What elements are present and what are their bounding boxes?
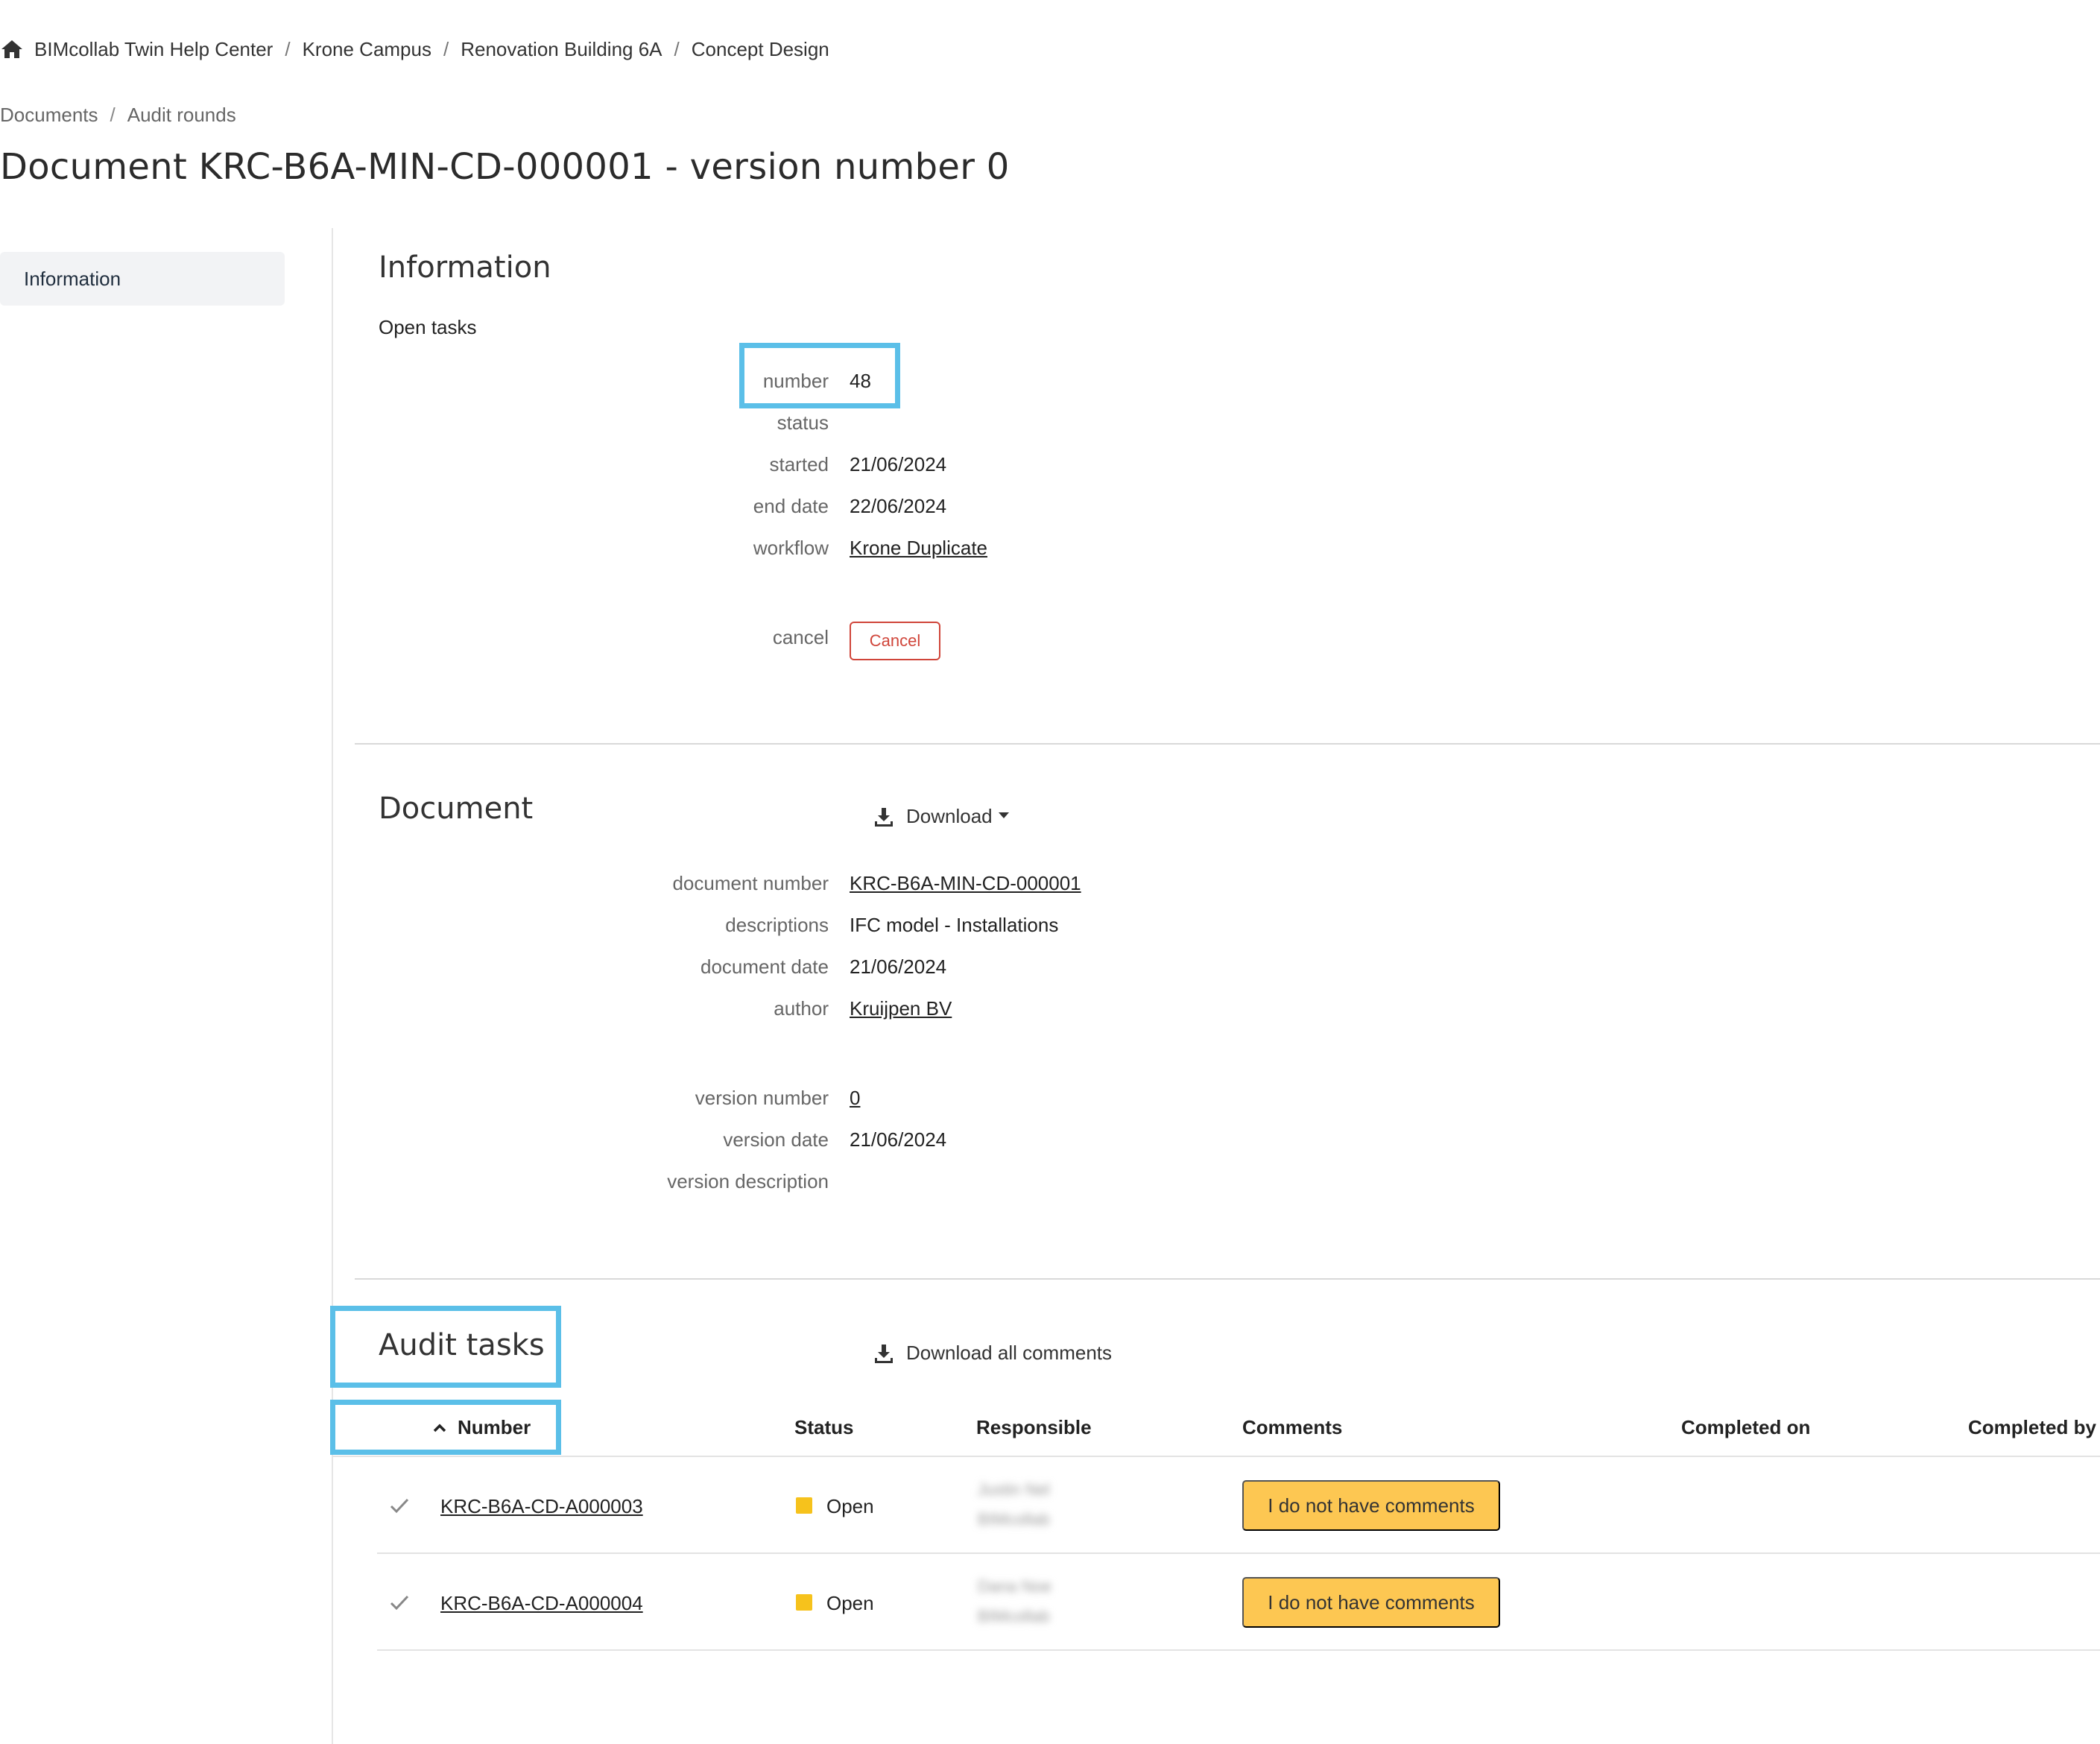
section-divider-1	[355, 743, 2100, 745]
status-open-icon	[796, 1497, 812, 1514]
started-value: 21/06/2024	[850, 453, 947, 476]
task-number-link[interactable]: KRC-B6A-CD-A000003	[440, 1495, 643, 1518]
end-date-value: 22/06/2024	[850, 495, 947, 517]
status-open-icon	[796, 1594, 812, 1611]
status-label: status	[777, 411, 829, 434]
table-header-divider	[332, 1456, 2100, 1457]
check-icon	[390, 1498, 409, 1514]
version-number-link[interactable]: 0	[850, 1087, 860, 1110]
column-header-comments[interactable]: Comments	[1242, 1416, 1342, 1439]
download-label: Download	[906, 805, 993, 827]
chevron-up-icon	[433, 1424, 446, 1432]
download-all-comments-button[interactable]: Download all comments	[873, 1342, 1112, 1365]
column-header-responsible[interactable]: Responsible	[976, 1416, 1092, 1439]
started-label: started	[769, 453, 829, 476]
download-icon	[875, 807, 893, 827]
breadcrumb-sub: Documents / Audit rounds	[0, 103, 236, 127]
end-date-label: end date	[753, 495, 829, 517]
breadcrumb-item-documents[interactable]: Documents	[0, 104, 98, 127]
download-icon	[875, 1344, 893, 1363]
no-comments-button[interactable]: I do not have comments	[1242, 1480, 1500, 1531]
breadcrumb-top: BIMcollab Twin Help Center / Krone Campu…	[0, 34, 829, 64]
column-header-status[interactable]: Status	[794, 1416, 853, 1439]
descriptions-value: IFC model - Installations	[850, 914, 1059, 936]
breadcrumb-item-campus[interactable]: Krone Campus	[303, 38, 431, 61]
responsible-org: BIMcollab	[978, 1607, 1050, 1625]
workflow-link[interactable]: Krone Duplicate	[850, 537, 987, 560]
author-link[interactable]: Kruijpen BV	[850, 997, 952, 1020]
task-status: Open	[826, 1592, 874, 1614]
responsible-name: Justin Nel	[978, 1480, 1050, 1499]
download-all-label: Download all comments	[906, 1342, 1113, 1364]
section-divider-2	[355, 1278, 2100, 1280]
chevron-down-icon	[998, 812, 1009, 818]
version-number-label: version number	[695, 1087, 829, 1109]
page-title: Document KRC-B6A-MIN-CD-000001 - version…	[0, 146, 1010, 188]
table-row-divider	[377, 1649, 2100, 1651]
responsible-name: Dana Noe	[978, 1577, 1052, 1596]
document-title: Document	[379, 792, 534, 826]
no-comments-button[interactable]: I do not have comments	[1242, 1577, 1500, 1628]
sidebar-item-information[interactable]: Information	[0, 252, 285, 306]
breadcrumb-item-audit-rounds[interactable]: Audit rounds	[127, 104, 236, 127]
version-date-label: version date	[723, 1128, 829, 1151]
responsible-org: BIMcollab	[978, 1510, 1050, 1529]
breadcrumb-item-help-center[interactable]: BIMcollab Twin Help Center	[34, 38, 273, 61]
document-date-label: document date	[700, 955, 829, 978]
breadcrumb-item-phase[interactable]: Concept Design	[692, 38, 829, 61]
open-tasks-label: Open tasks	[379, 316, 477, 338]
version-date-value: 21/06/2024	[850, 1128, 947, 1151]
column-header-number[interactable]: Number	[432, 1416, 531, 1439]
information-title: Information	[379, 250, 551, 285]
home-icon[interactable]	[0, 39, 24, 60]
cancel-button[interactable]: Cancel	[850, 622, 940, 660]
breadcrumb-item-building[interactable]: Renovation Building 6A	[461, 38, 662, 61]
download-dropdown[interactable]: Download	[873, 805, 1009, 828]
table-row-divider	[377, 1552, 2100, 1554]
cancel-label: cancel	[772, 626, 829, 648]
task-number-link[interactable]: KRC-B6A-CD-A000004	[440, 1592, 643, 1615]
document-date-value: 21/06/2024	[850, 955, 947, 978]
task-status: Open	[826, 1495, 874, 1517]
document-number-label: document number	[672, 872, 829, 894]
vertical-divider	[332, 228, 333, 1744]
descriptions-label: descriptions	[725, 914, 829, 936]
workflow-label: workflow	[753, 537, 829, 559]
audit-tasks-title: Audit tasks	[379, 1328, 545, 1362]
author-label: author	[774, 997, 829, 1020]
column-header-completed-on[interactable]: Completed on	[1681, 1416, 1810, 1439]
sidebar-item-label: Information	[24, 267, 121, 290]
version-description-label: version description	[667, 1170, 829, 1192]
check-icon	[390, 1595, 409, 1611]
document-number-link[interactable]: KRC-B6A-MIN-CD-000001	[850, 872, 1081, 895]
column-header-completed-by[interactable]: Completed by	[1968, 1416, 2096, 1439]
number-value: 48	[850, 370, 871, 392]
number-label: number	[762, 370, 829, 392]
